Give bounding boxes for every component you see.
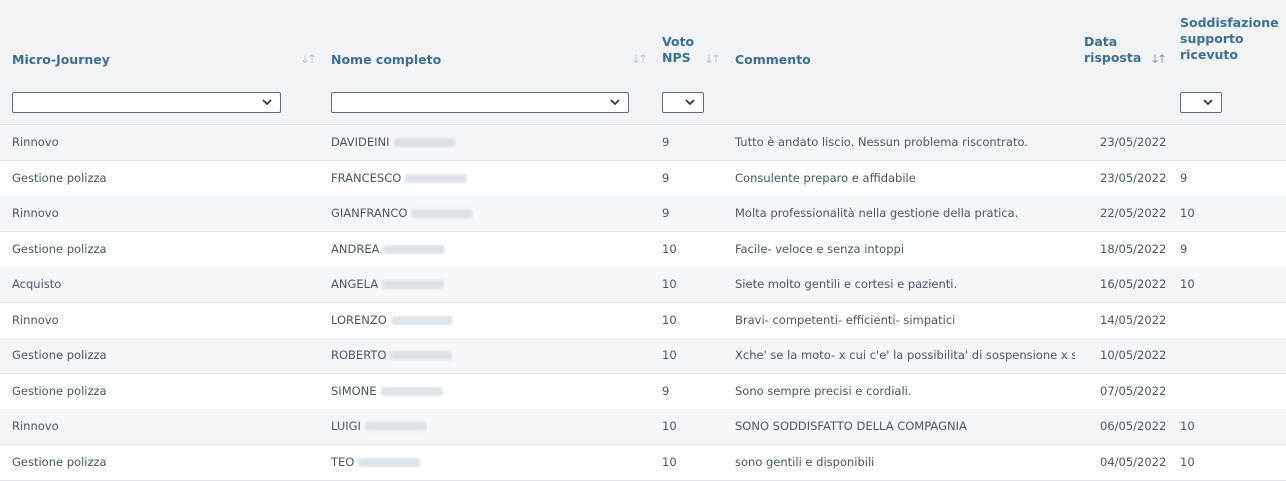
cell-soddisfazione: 10	[1180, 419, 1195, 433]
redacted-surname	[405, 173, 468, 183]
cell-voto-nps: 9	[662, 206, 670, 220]
cell-data-risposta: 07/05/2022	[1100, 383, 1167, 398]
cell-commento: Consulente preparo e affidabile	[735, 170, 916, 185]
cell-voto-nps: 10	[662, 277, 677, 291]
cell-micro-journey: Gestione polizza	[12, 383, 107, 398]
cell-nome-completo: GIANFRANCO	[331, 196, 474, 231]
header-voto-nps[interactable]: Voto NPS	[662, 34, 694, 66]
cell-commento: Tutto è andato liscio. Nessun problema r…	[735, 135, 1028, 149]
redacted-surname	[364, 422, 427, 431]
cell-voto-nps: 10	[662, 312, 677, 327]
cell-data-risposta: 14/05/2022	[1100, 312, 1167, 327]
table-row[interactable]: Rinnovo LUIGI 10 SONO SODDISFATTO DELLA COM…	[0, 409, 1286, 445]
cell-micro-journey: Acquisto	[12, 277, 62, 291]
cell-micro-journey: Rinnovo	[12, 135, 59, 149]
table-row[interactable]: Rinnovo DAVIDEINI 9 Tutto è andato liscio. …	[0, 125, 1286, 161]
cell-soddisfazione: 10	[1180, 277, 1195, 291]
chevron-down-icon	[685, 99, 695, 106]
cell-nome-completo: LUIGI	[331, 409, 427, 444]
cell-data-risposta: 16/05/2022	[1100, 277, 1167, 291]
cell-voto-nps: 10	[662, 348, 677, 362]
redacted-surname	[390, 315, 453, 325]
cell-nome-completo: DAVIDEINI	[331, 125, 456, 160]
cell-nome-completo: SIMONE	[331, 374, 443, 409]
cell-nome-completo: ANGELA	[331, 267, 445, 302]
sort-desc-icon[interactable]: ↓↑	[1150, 52, 1167, 66]
cell-micro-journey: Rinnovo	[12, 419, 59, 433]
table-row[interactable]: Gestione polizza ROBERTO 10 Xche' se la mot…	[0, 338, 1286, 374]
cell-voto-nps: 9	[662, 170, 670, 185]
cell-nome-completo: LORENZO	[331, 303, 453, 338]
cell-data-risposta: 10/05/2022	[1100, 348, 1167, 362]
table-row[interactable]: Rinnovo GIANFRANCO 9 Molta professionalità …	[0, 196, 1286, 232]
header-soddisfazione-supporto: Soddisfazione supporto ricevuto	[1180, 15, 1279, 62]
sort-icon[interactable]: ↓↑	[704, 52, 721, 66]
table-row[interactable]: Rinnovo LORENZO 10 Bravi- competenti- effic…	[0, 303, 1286, 339]
cell-micro-journey: Gestione polizza	[12, 241, 107, 256]
cell-commento: Sono sempre precisi e cordiali.	[735, 383, 912, 398]
filter-nome-completo-select[interactable]	[331, 92, 629, 113]
table-row[interactable]: Gestione polizza TEO 10 sono gentili e disp…	[0, 445, 1286, 481]
cell-voto-nps: 10	[662, 241, 677, 256]
cell-soddisfazione: 9	[1180, 170, 1188, 185]
cell-commento: SONO SODDISFATTO DELLA COMPAGNIA	[735, 419, 967, 433]
filter-soddisfazione-select[interactable]	[1180, 92, 1222, 113]
cell-data-risposta: 18/05/2022	[1100, 241, 1167, 256]
cell-nome-completo: FRANCESCO	[331, 161, 468, 196]
cell-micro-journey: Rinnovo	[12, 206, 59, 220]
chevron-down-icon	[1203, 99, 1213, 106]
redacted-surname	[411, 209, 474, 218]
cell-data-risposta: 22/05/2022	[1100, 206, 1167, 220]
sort-icon[interactable]: ↓↑	[631, 52, 648, 66]
header-micro-journey[interactable]: Micro-Journey	[12, 52, 110, 68]
chevron-down-icon	[262, 99, 272, 106]
filter-voto-nps-select[interactable]	[662, 92, 704, 113]
cell-data-risposta: 06/05/2022	[1100, 419, 1167, 433]
chevron-down-icon	[610, 99, 620, 106]
cell-soddisfazione: 9	[1180, 241, 1188, 256]
sort-icon[interactable]: ↓↑	[300, 52, 317, 66]
cell-nome-completo: TEO	[331, 445, 421, 480]
cell-soddisfazione: 10	[1180, 206, 1195, 220]
table-row[interactable]: Gestione polizza SIMONE 9 Sono sempre preci…	[0, 374, 1286, 410]
cell-voto-nps: 9	[662, 135, 670, 149]
table-row[interactable]: Gestione polizza ANDREA 10 Facile- veloce e…	[0, 232, 1286, 268]
header-commento: Commento	[735, 52, 811, 67]
cell-micro-journey: Gestione polizza	[12, 170, 107, 185]
cell-micro-journey: Rinnovo	[12, 312, 59, 327]
cell-nome-completo: ROBERTO	[331, 338, 453, 373]
filter-micro-journey-select[interactable]	[12, 92, 281, 113]
cell-commento: Bravi- competenti- efficienti- simpatici	[735, 312, 956, 327]
cell-voto-nps: 10	[662, 419, 677, 433]
cell-commento: Xche' se la moto- x cui c'e' la possibil…	[735, 348, 1075, 362]
redacted-surname	[383, 244, 446, 254]
header-data-risposta[interactable]: Data risposta	[1084, 34, 1141, 66]
cell-commento: Facile- veloce e senza intoppi	[735, 241, 905, 256]
redacted-surname	[390, 351, 453, 360]
cell-commento: sono gentili e disponibili	[735, 454, 875, 469]
cell-commento: Siete molto gentili e cortesi e pazienti…	[735, 277, 958, 291]
cell-nome-completo: ANDREA	[331, 232, 446, 267]
redacted-surname	[393, 138, 456, 147]
header-nome-completo[interactable]: Nome completo	[331, 52, 441, 68]
cell-data-risposta: 23/05/2022	[1100, 135, 1167, 149]
redacted-surname	[358, 457, 421, 467]
redacted-surname	[382, 280, 445, 289]
table-row[interactable]: Acquisto ANGELA 10 Siete molto gentili e co…	[0, 267, 1286, 303]
cell-data-risposta: 04/05/2022	[1100, 454, 1167, 469]
redacted-surname	[380, 386, 443, 396]
table-row[interactable]: Gestione polizza FRANCESCO 9 Consulente pre…	[0, 161, 1286, 197]
nps-responses-table: Micro-Journey ↓↑ Nome completo ↓↑ Voto N…	[0, 0, 1286, 481]
cell-voto-nps: 9	[662, 383, 670, 398]
cell-micro-journey: Gestione polizza	[12, 348, 107, 362]
cell-voto-nps: 10	[662, 454, 677, 469]
cell-data-risposta: 23/05/2022	[1100, 170, 1167, 185]
cell-micro-journey: Gestione polizza	[12, 454, 107, 469]
table-header: Micro-Journey ↓↑ Nome completo ↓↑ Voto N…	[0, 0, 1286, 125]
cell-commento: Molta professionalità nella gestione del…	[735, 206, 1019, 220]
cell-soddisfazione: 10	[1180, 454, 1195, 469]
